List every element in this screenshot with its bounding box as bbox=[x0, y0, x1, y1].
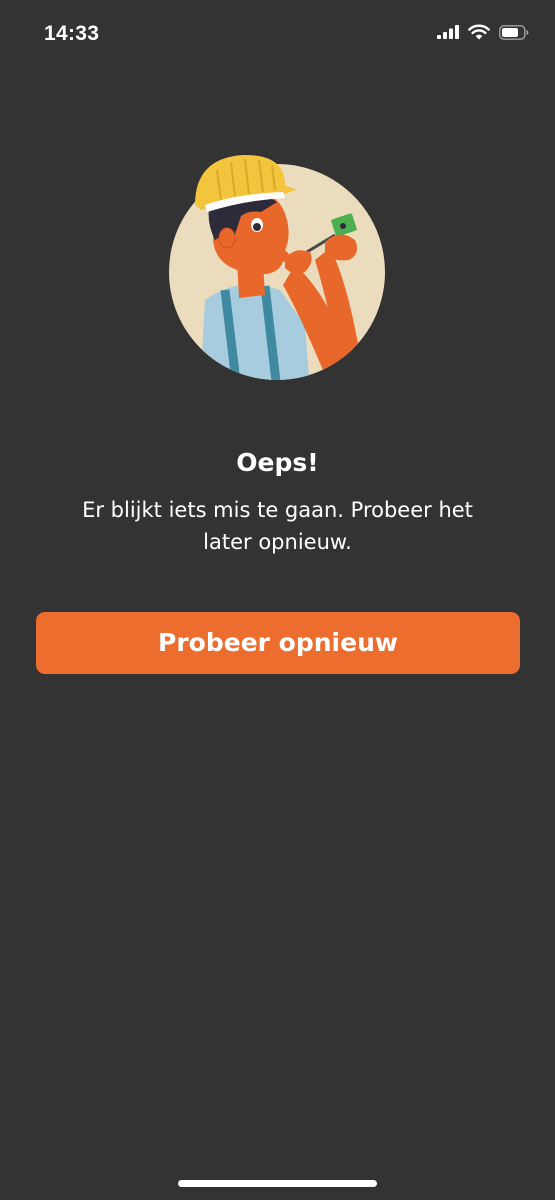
status-icons bbox=[437, 24, 529, 40]
wifi-icon bbox=[468, 24, 490, 40]
construction-worker-illustration bbox=[165, 150, 390, 385]
battery-icon bbox=[499, 24, 529, 40]
error-message: Er blijkt iets mis te gaan. Probeer het … bbox=[82, 498, 473, 554]
status-bar: 14:33 bbox=[0, 0, 555, 70]
retry-button[interactable]: Probeer opnieuw bbox=[36, 612, 520, 674]
status-time: 14:33 bbox=[44, 22, 100, 45]
home-indicator[interactable] bbox=[178, 1180, 377, 1187]
error-title: Oeps! bbox=[236, 448, 319, 477]
cellular-signal-icon bbox=[437, 25, 459, 39]
